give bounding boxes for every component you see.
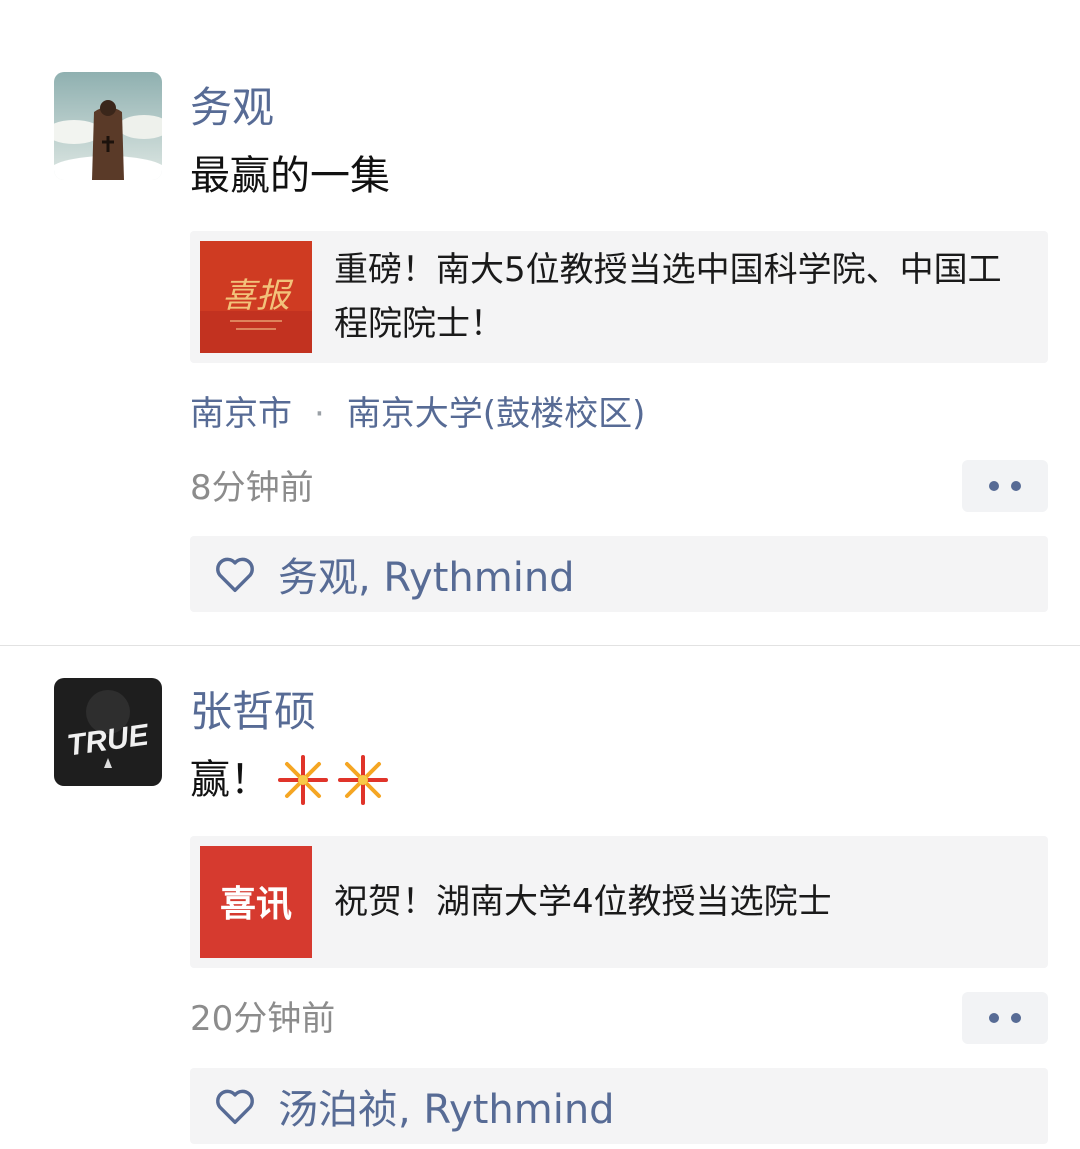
link-thumbnail-text: 喜讯	[220, 884, 292, 925]
more-actions-button[interactable]	[962, 992, 1048, 1044]
heart-outline-icon	[216, 1089, 254, 1125]
post-text: 赢！	[190, 752, 390, 808]
post-author[interactable]: 张哲硕	[190, 684, 316, 740]
likes-names[interactable]: 汤泊祯, Rythmind	[278, 1077, 615, 1135]
moment-post: TRUE 张哲硕 赢！ 喜讯 祝贺！湖南大学4位教授当选院士 20分钟前 汤泊祯…	[0, 0, 1080, 1149]
shared-link-card[interactable]: 喜讯 祝贺！湖南大学4位教授当选院士	[190, 836, 1048, 968]
fireworks-emoji	[338, 755, 388, 805]
more-dots-icon	[989, 1013, 999, 1023]
avatar-image: TRUE	[54, 678, 162, 786]
link-thumbnail: 喜讯	[200, 846, 312, 958]
post-text-content: 赢！	[190, 757, 270, 803]
more-dots-icon	[1011, 1013, 1021, 1023]
link-title: 祝贺！湖南大学4位教授当选院士	[334, 882, 832, 922]
post-time: 20分钟前	[190, 999, 336, 1039]
avatar[interactable]: TRUE	[54, 678, 162, 786]
fireworks-emoji	[278, 755, 328, 805]
likes-bar: 汤泊祯, Rythmind	[190, 1068, 1048, 1144]
